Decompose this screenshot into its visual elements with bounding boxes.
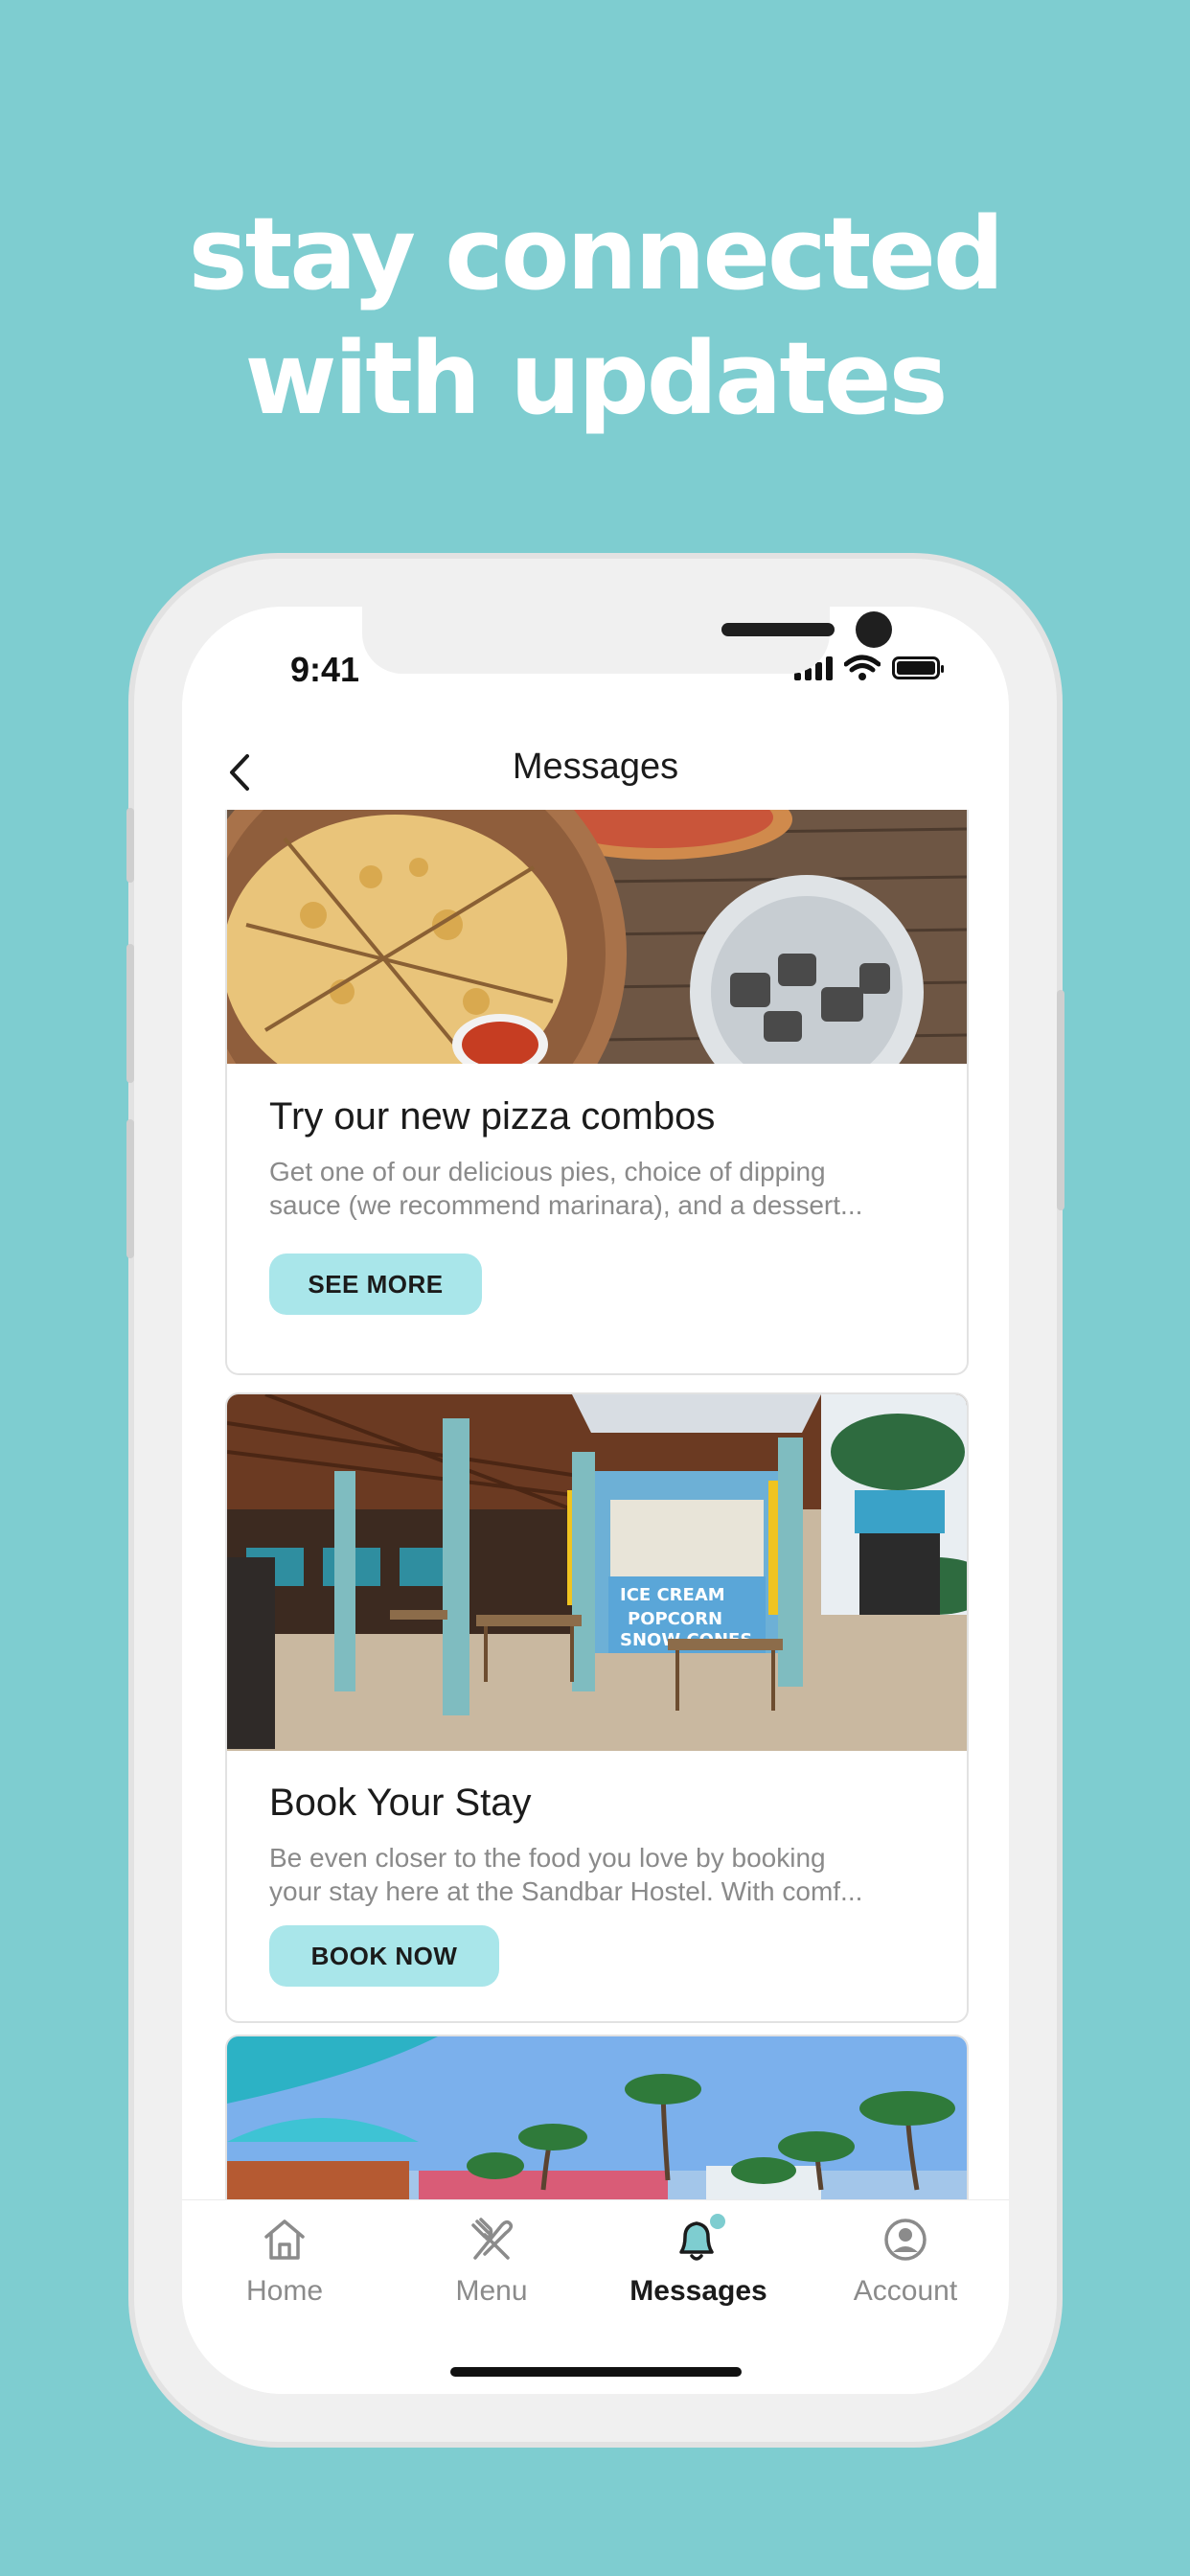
message-body-line: Get one of our delicious pies, choice of… xyxy=(269,1157,826,1186)
front-camera xyxy=(856,611,892,648)
tab-label: Messages xyxy=(629,2275,767,2307)
message-body-line: your stay here at the Sandbar Hostel. Wi… xyxy=(269,1876,863,1906)
pizza-photo xyxy=(227,810,967,1064)
phone-silent-switch xyxy=(126,808,134,883)
tab-label: Account xyxy=(853,2275,958,2307)
hostel-photo: ICE CREAMPOPCORNSNOW CONES xyxy=(227,1394,967,1751)
phone-screen: 9:41 Messages Try our new pizza combos G… xyxy=(182,607,1009,2394)
notch xyxy=(362,607,892,674)
tab-label: Home xyxy=(245,2275,324,2307)
see-more-button[interactable]: SEE MORE xyxy=(269,1254,482,1315)
tab-messages[interactable]: Messages xyxy=(627,2214,770,2308)
phone-volume-down xyxy=(126,1119,134,1258)
phone-power-button xyxy=(1057,990,1064,1210)
bell-icon xyxy=(679,2214,725,2261)
book-now-button[interactable]: BOOK NOW xyxy=(269,1925,499,1987)
tab-account[interactable]: Account xyxy=(834,2214,977,2308)
page-title: Messages xyxy=(512,747,679,787)
message-body: Get one of our delicious pies, choice of… xyxy=(269,1155,930,1222)
svg-text:ICE CREAM: ICE CREAM xyxy=(620,1585,725,1605)
tab-menu[interactable]: Menu xyxy=(420,2214,563,2308)
tab-label: Menu xyxy=(455,2275,528,2307)
tab-bar: Home Menu Messages Account xyxy=(182,2200,1009,2394)
battery-icon xyxy=(892,656,944,679)
tab-home[interactable]: Home xyxy=(213,2214,356,2308)
headline-line-2: with updates xyxy=(244,320,949,437)
notification-badge xyxy=(710,2214,725,2229)
message-title: Try our new pizza combos xyxy=(269,1095,716,1138)
user-circle-icon xyxy=(884,2219,927,2261)
home-indicator[interactable] xyxy=(450,2367,742,2377)
message-card[interactable]: Try our new pizza combos Get one of our … xyxy=(225,810,969,1375)
message-body: Be even closer to the food you love by b… xyxy=(269,1841,930,1908)
message-title: Book Your Stay xyxy=(269,1782,532,1824)
phone-volume-up xyxy=(126,944,134,1083)
speaker xyxy=(721,623,835,636)
wifi-icon xyxy=(844,655,881,680)
message-body-line: Be even closer to the food you love by b… xyxy=(269,1843,826,1873)
fork-knife-icon xyxy=(471,2218,514,2260)
home-icon xyxy=(264,2220,305,2260)
svg-text:POPCORN: POPCORN xyxy=(628,1609,722,1629)
status-time: 9:41 xyxy=(290,650,360,689)
headline: stay connected with updates xyxy=(0,192,1190,441)
message-card[interactable]: ICE CREAMPOPCORNSNOW CONES xyxy=(225,1392,969,2023)
message-body-line: sauce (we recommend marinara), and a des… xyxy=(269,1190,863,1220)
headline-line-1: stay connected xyxy=(188,196,1005,312)
